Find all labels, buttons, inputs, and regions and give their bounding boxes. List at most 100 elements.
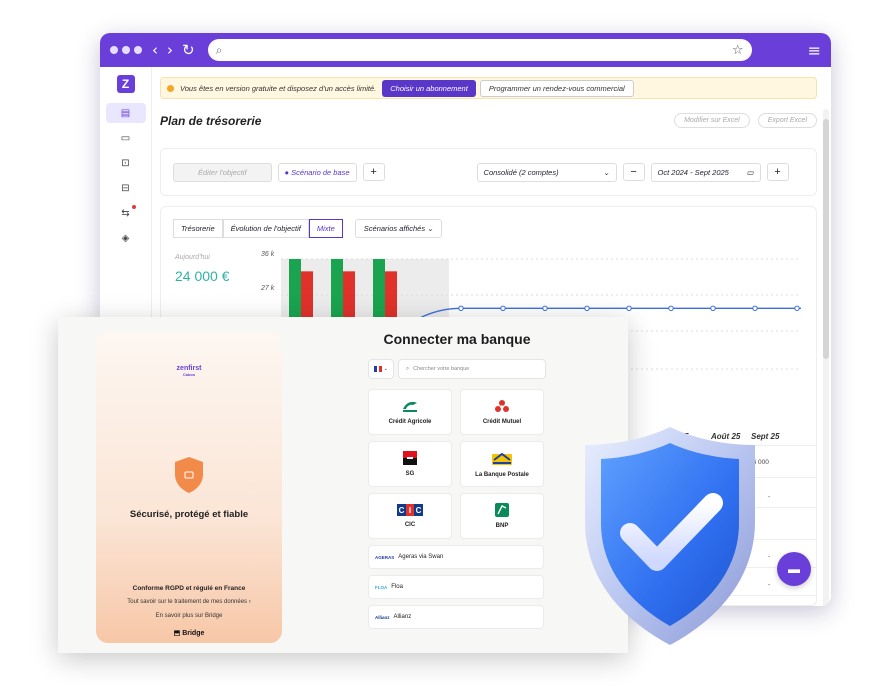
bank-name: Crédit Mutuel	[482, 419, 522, 425]
data-processing-label: Tout savoir sur le traitement de mes don…	[127, 599, 248, 605]
table-cell: -	[768, 493, 771, 500]
ageras-logo: AGERAS	[375, 554, 395, 560]
account-select-label: Consolidé (2 comptes)	[483, 167, 559, 177]
free-version-banner: Vous êtes en version gratuite et dispose…	[160, 77, 817, 99]
previous-period-button[interactable]: −	[622, 163, 645, 181]
window-controls	[110, 46, 142, 54]
calendar-icon[interactable]: ▭	[106, 128, 146, 148]
edit-excel-button[interactable]: Modifier sur Excel	[674, 113, 750, 128]
app-logo[interactable]: Z	[116, 75, 135, 93]
line-point[interactable]	[500, 305, 506, 312]
france-flag-icon	[374, 366, 382, 372]
brand-sub: Cabos	[182, 372, 196, 377]
banque-postale-logo	[492, 452, 512, 465]
add-scenario-button[interactable]: +	[362, 163, 385, 181]
bank-credit-mutuel[interactable]: Crédit Mutuel	[460, 389, 544, 435]
scrollbar[interactable]	[823, 109, 829, 606]
chevron-down-icon: ⌄	[603, 167, 610, 177]
security-panel: zenfirst Cabos Sécurisé, protégé et fiabl…	[96, 331, 282, 643]
bank-name: Floa	[391, 584, 403, 590]
credit-agricole-logo	[403, 401, 417, 412]
cic-logo: IC C	[397, 504, 423, 516]
bank-ageras[interactable]: AGERAS Ageras via Swan	[368, 545, 544, 569]
bridge-info-link[interactable]: En savoir plus sur Bridge	[96, 613, 282, 619]
line-point[interactable]	[668, 305, 674, 312]
line-point[interactable]	[794, 305, 800, 312]
export-excel-button[interactable]: Export Excel	[757, 113, 817, 128]
toolbar-card: Éditer l'objectif ● Scénario de base + C…	[160, 148, 817, 196]
bank-name: BNP	[495, 523, 509, 529]
chevron-down-icon: ⌄	[383, 366, 388, 372]
bank-grid: Crédit Agricole Crédit Mutuel SG La Banq…	[368, 389, 546, 539]
svg-text:C: C	[416, 506, 422, 515]
table-cell: -	[768, 553, 771, 560]
period-picker[interactable]: Oct 2024 - Sept 2025 ▭	[650, 162, 761, 182]
line-point[interactable]	[752, 305, 758, 312]
address-bar[interactable]: ⌕ ☆	[207, 39, 752, 61]
chevron-left-icon[interactable]: ‹	[152, 41, 158, 59]
data-processing-link[interactable]: Tout savoir sur le traitement de mes don…	[96, 599, 282, 605]
bank-name: Ageras via Swan	[398, 554, 444, 560]
choose-subscription-button[interactable]: Choisir un abonnement	[382, 79, 476, 97]
calendar-icon: ▭	[746, 167, 754, 177]
line-point[interactable]	[710, 305, 716, 312]
bank-name: SG	[405, 471, 415, 477]
zenfirst-logo: zenfirst Cabos	[96, 365, 282, 377]
shield-check-icon	[585, 427, 755, 645]
chat-button[interactable]: ▬	[777, 552, 811, 586]
document-add-icon[interactable]: ⊡	[106, 153, 146, 173]
tag-icon[interactable]: ◈	[106, 228, 146, 248]
bank-la-banque-postale[interactable]: La Banque Postale	[460, 441, 544, 487]
next-period-button[interactable]: +	[766, 163, 789, 181]
document-icon[interactable]: ⊟	[106, 178, 146, 198]
bank-bnp[interactable]: BNP	[460, 493, 544, 539]
bank-allianz[interactable]: Allianz Allianz	[368, 605, 544, 629]
modal-title: Connecter ma banque	[383, 331, 531, 347]
bnp-logo	[495, 503, 509, 517]
search-icon: ⌕	[406, 365, 410, 372]
svg-text:C: C	[399, 506, 405, 515]
allianz-logo: Allianz	[375, 614, 390, 620]
country-select[interactable]: ⌄	[368, 359, 394, 379]
line-point[interactable]	[542, 305, 548, 312]
bridge-logo-text: Bridge	[182, 630, 205, 637]
bank-floa[interactable]: FLOA Floa	[368, 575, 544, 599]
schedule-meeting-button[interactable]: Programmer un rendez-vous commercial	[479, 79, 634, 97]
line-point[interactable]	[626, 305, 632, 312]
bank-name: Allianz	[393, 614, 412, 620]
page-header: Plan de trésorerie Modifier sur Excel Ex…	[160, 113, 817, 128]
bank-search-input[interactable]: ⌕ Chercher votre banque	[398, 359, 546, 379]
bank-credit-agricole[interactable]: Crédit Agricole	[368, 389, 452, 435]
bank-name: CIC	[404, 522, 416, 528]
page-title: Plan de trésorerie	[160, 113, 262, 128]
warning-icon	[167, 84, 174, 92]
line-point[interactable]	[584, 305, 590, 312]
line-point[interactable]	[458, 305, 464, 312]
shield-icon	[175, 457, 203, 493]
account-select[interactable]: Consolidé (2 comptes) ⌄	[476, 162, 617, 182]
hamburger-icon[interactable]: ≡	[808, 41, 821, 60]
scenario-label: Scénario de base	[291, 167, 350, 177]
bank-name: La Banque Postale	[475, 472, 529, 478]
edit-goal-button[interactable]: Éditer l'objectif	[173, 162, 272, 182]
bank-sg[interactable]: SG	[368, 441, 452, 487]
bank-cic[interactable]: IC C CIC	[368, 493, 452, 539]
table-cell: -	[768, 581, 771, 588]
bridge-logo: ⬒ Bridge	[173, 630, 205, 637]
browser-toolbar: ‹ › ↻ ⌕ ☆ ≡	[100, 33, 831, 67]
rgpd-text: Conforme RGPD et régulé en France	[132, 585, 246, 592]
notification-dot	[131, 205, 136, 209]
bank-selection-panel: Connecter ma banque ⌄ ⌕ Chercher votre b…	[368, 331, 546, 629]
chevron-right-icon[interactable]: ›	[167, 41, 173, 59]
scenario-chip[interactable]: ● Scénario de base	[277, 162, 357, 182]
table-icon[interactable]: ▤	[105, 103, 146, 123]
secure-title: Sécurisé, protégé et fiable	[129, 509, 249, 520]
reload-icon[interactable]: ↻	[182, 41, 195, 59]
bank-name: Crédit Agricole	[388, 419, 432, 425]
search-icon: ⌕	[215, 42, 223, 57]
brand-name: zenfirst	[176, 365, 202, 372]
bank-search-placeholder: Chercher votre banque	[413, 366, 470, 372]
sg-logo	[403, 451, 417, 465]
star-icon[interactable]: ☆	[732, 43, 744, 58]
transfer-icon[interactable]: ⇆	[106, 203, 146, 223]
